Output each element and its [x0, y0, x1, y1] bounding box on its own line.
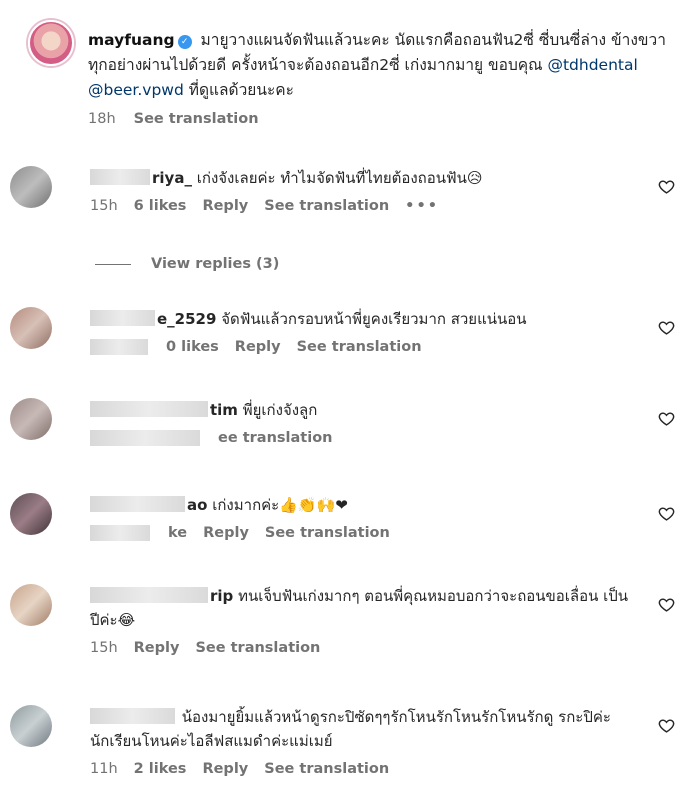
comment-content: เก่งมากค่ะ👍👏🙌❤ [212, 496, 348, 514]
username[interactable]: mayfuang [88, 31, 175, 49]
timestamp: 15h [90, 198, 118, 214]
more-options-icon[interactable]: ••• [405, 198, 439, 214]
redacted-time [90, 525, 150, 541]
heart-icon[interactable] [658, 319, 675, 336]
caption-body: mayfuang ✓ มายูวางแผนจัดฟันแล้วนะคะ นัดแร… [88, 28, 678, 127]
caption-tail: ที่ดูแลด้วยนะคะ [188, 81, 295, 99]
comment-content: จัดฟันแล้วกรอบหน้าพี่ยูคงเรียวมาก สวยแน่… [221, 310, 527, 328]
see-translation-button[interactable]: See translation [195, 640, 320, 656]
comment-username[interactable]: e_2529 [157, 310, 216, 328]
see-translation-button[interactable]: ee translation [218, 430, 332, 446]
avatar[interactable] [10, 584, 52, 626]
pixelated-avatar [10, 398, 52, 440]
caption-meta: 18h See translation [88, 111, 678, 127]
comment-text: น้องมายูยิ้มแล้วหน้าดูรกะปิซัดๆๆรักโหนรั… [90, 705, 635, 753]
comment-body: e_2529 จัดฟันแล้วกรอบหน้าพี่ยูคงเรียวมาก… [90, 307, 635, 355]
comment-text: rip ทนเจ็บฟันเก่งมากๆ ตอนพี่คุณหมอบอกว่า… [90, 584, 635, 632]
comment-body: riya_ เก่งจังเลยค่ะ ทำไมจัดฟันที่ไทยต้อง… [90, 166, 635, 214]
redacted-username [90, 496, 185, 512]
timestamp: 18h [88, 111, 116, 127]
redacted-username [90, 401, 208, 417]
verified-icon: ✓ [177, 35, 192, 49]
redacted-time [90, 339, 148, 355]
caption-text: mayfuang ✓ มายูวางแผนจัดฟันแล้วนะคะ นัดแร… [88, 28, 678, 103]
pixelated-avatar [10, 307, 52, 349]
heart-icon[interactable] [658, 410, 675, 427]
avatar[interactable] [10, 166, 52, 208]
comment-text: riya_ เก่งจังเลยค่ะ ทำไมจัดฟันที่ไทยต้อง… [90, 166, 635, 190]
comment-body: tim พี่ยูเก่งจังลูก ee translation [90, 398, 635, 446]
heart-icon[interactable] [658, 596, 675, 613]
comment-meta: 15h Reply See translation [90, 640, 635, 656]
pixelated-avatar [10, 705, 52, 747]
timestamp: 15h [90, 640, 118, 656]
comment-content: พี่ยูเก่งจังลูก [242, 401, 318, 419]
see-translation-button[interactable]: See translation [134, 111, 259, 127]
view-replies-label[interactable]: View replies (3) [151, 256, 279, 272]
see-translation-button[interactable]: See translation [264, 761, 389, 777]
avatar[interactable] [10, 398, 52, 440]
comment-body: น้องมายูยิ้มแล้วหน้าดูรกะปิซัดๆๆรักโหนรั… [90, 705, 635, 777]
likes-count[interactable]: 2 likes [134, 761, 187, 777]
pixelated-avatar [10, 584, 52, 626]
avatar[interactable] [10, 705, 52, 747]
avatar[interactable] [10, 307, 52, 349]
comment-meta: 11h 2 likes Reply See translation [90, 761, 635, 777]
likes-count[interactable]: 0 likes [166, 339, 219, 355]
reply-button[interactable]: Reply [134, 640, 180, 656]
comment-meta: 15h 6 likes Reply See translation ••• [90, 198, 635, 214]
comment-username[interactable]: tim [210, 401, 238, 419]
pixelated-avatar [10, 166, 52, 208]
redacted-username [90, 169, 150, 185]
avatar[interactable] [28, 20, 74, 66]
redacted-username [90, 708, 175, 724]
comment-body: ao เก่งมากค่ะ👍👏🙌❤ ke Reply See translati… [90, 493, 635, 541]
comment-text: ao เก่งมากค่ะ👍👏🙌❤ [90, 493, 635, 517]
see-translation-button[interactable]: See translation [297, 339, 422, 355]
avatar[interactable] [10, 493, 52, 535]
comment-meta: 0 likes Reply See translation [90, 339, 635, 355]
comment-text: e_2529 จัดฟันแล้วกรอบหน้าพี่ยูคงเรียวมาก… [90, 307, 635, 331]
comment-meta: ke Reply See translation [90, 525, 635, 541]
heart-icon[interactable] [658, 717, 675, 734]
comment-body: rip ทนเจ็บฟันเก่งมากๆ ตอนพี่คุณหมอบอกว่า… [90, 584, 635, 656]
see-translation-button[interactable]: See translation [265, 525, 390, 541]
reply-button[interactable]: Reply [202, 198, 248, 214]
see-translation-button[interactable]: See translation [264, 198, 389, 214]
redacted-meta [90, 430, 200, 446]
pixelated-avatar [10, 493, 52, 535]
comment-username[interactable]: riya_ [152, 169, 192, 187]
redacted-username [90, 310, 155, 326]
comment-content: เก่งจังเลยค่ะ ทำไมจัดฟันที่ไทยต้องถอนฟัน… [196, 169, 483, 187]
divider [95, 263, 131, 265]
likes-count[interactable]: 6 likes [134, 198, 187, 214]
heart-icon[interactable] [658, 505, 675, 522]
reply-button[interactable]: Reply [202, 761, 248, 777]
comment-text: tim พี่ยูเก่งจังลูก [90, 398, 635, 422]
likes-count[interactable]: ke [168, 525, 187, 541]
comment-meta: ee translation [90, 430, 635, 446]
reply-button[interactable]: Reply [235, 339, 281, 355]
view-replies-button[interactable]: View replies (3) [95, 256, 279, 272]
mention-link[interactable]: @beer.vpwd [88, 81, 184, 99]
redacted-username [90, 587, 208, 603]
heart-icon[interactable] [658, 178, 675, 195]
timestamp: 11h [90, 761, 118, 777]
reply-button[interactable]: Reply [203, 525, 249, 541]
comment-username[interactable]: rip [210, 587, 233, 605]
mention-link[interactable]: @tdhdental [547, 56, 637, 74]
comment-username[interactable]: ao [187, 496, 207, 514]
